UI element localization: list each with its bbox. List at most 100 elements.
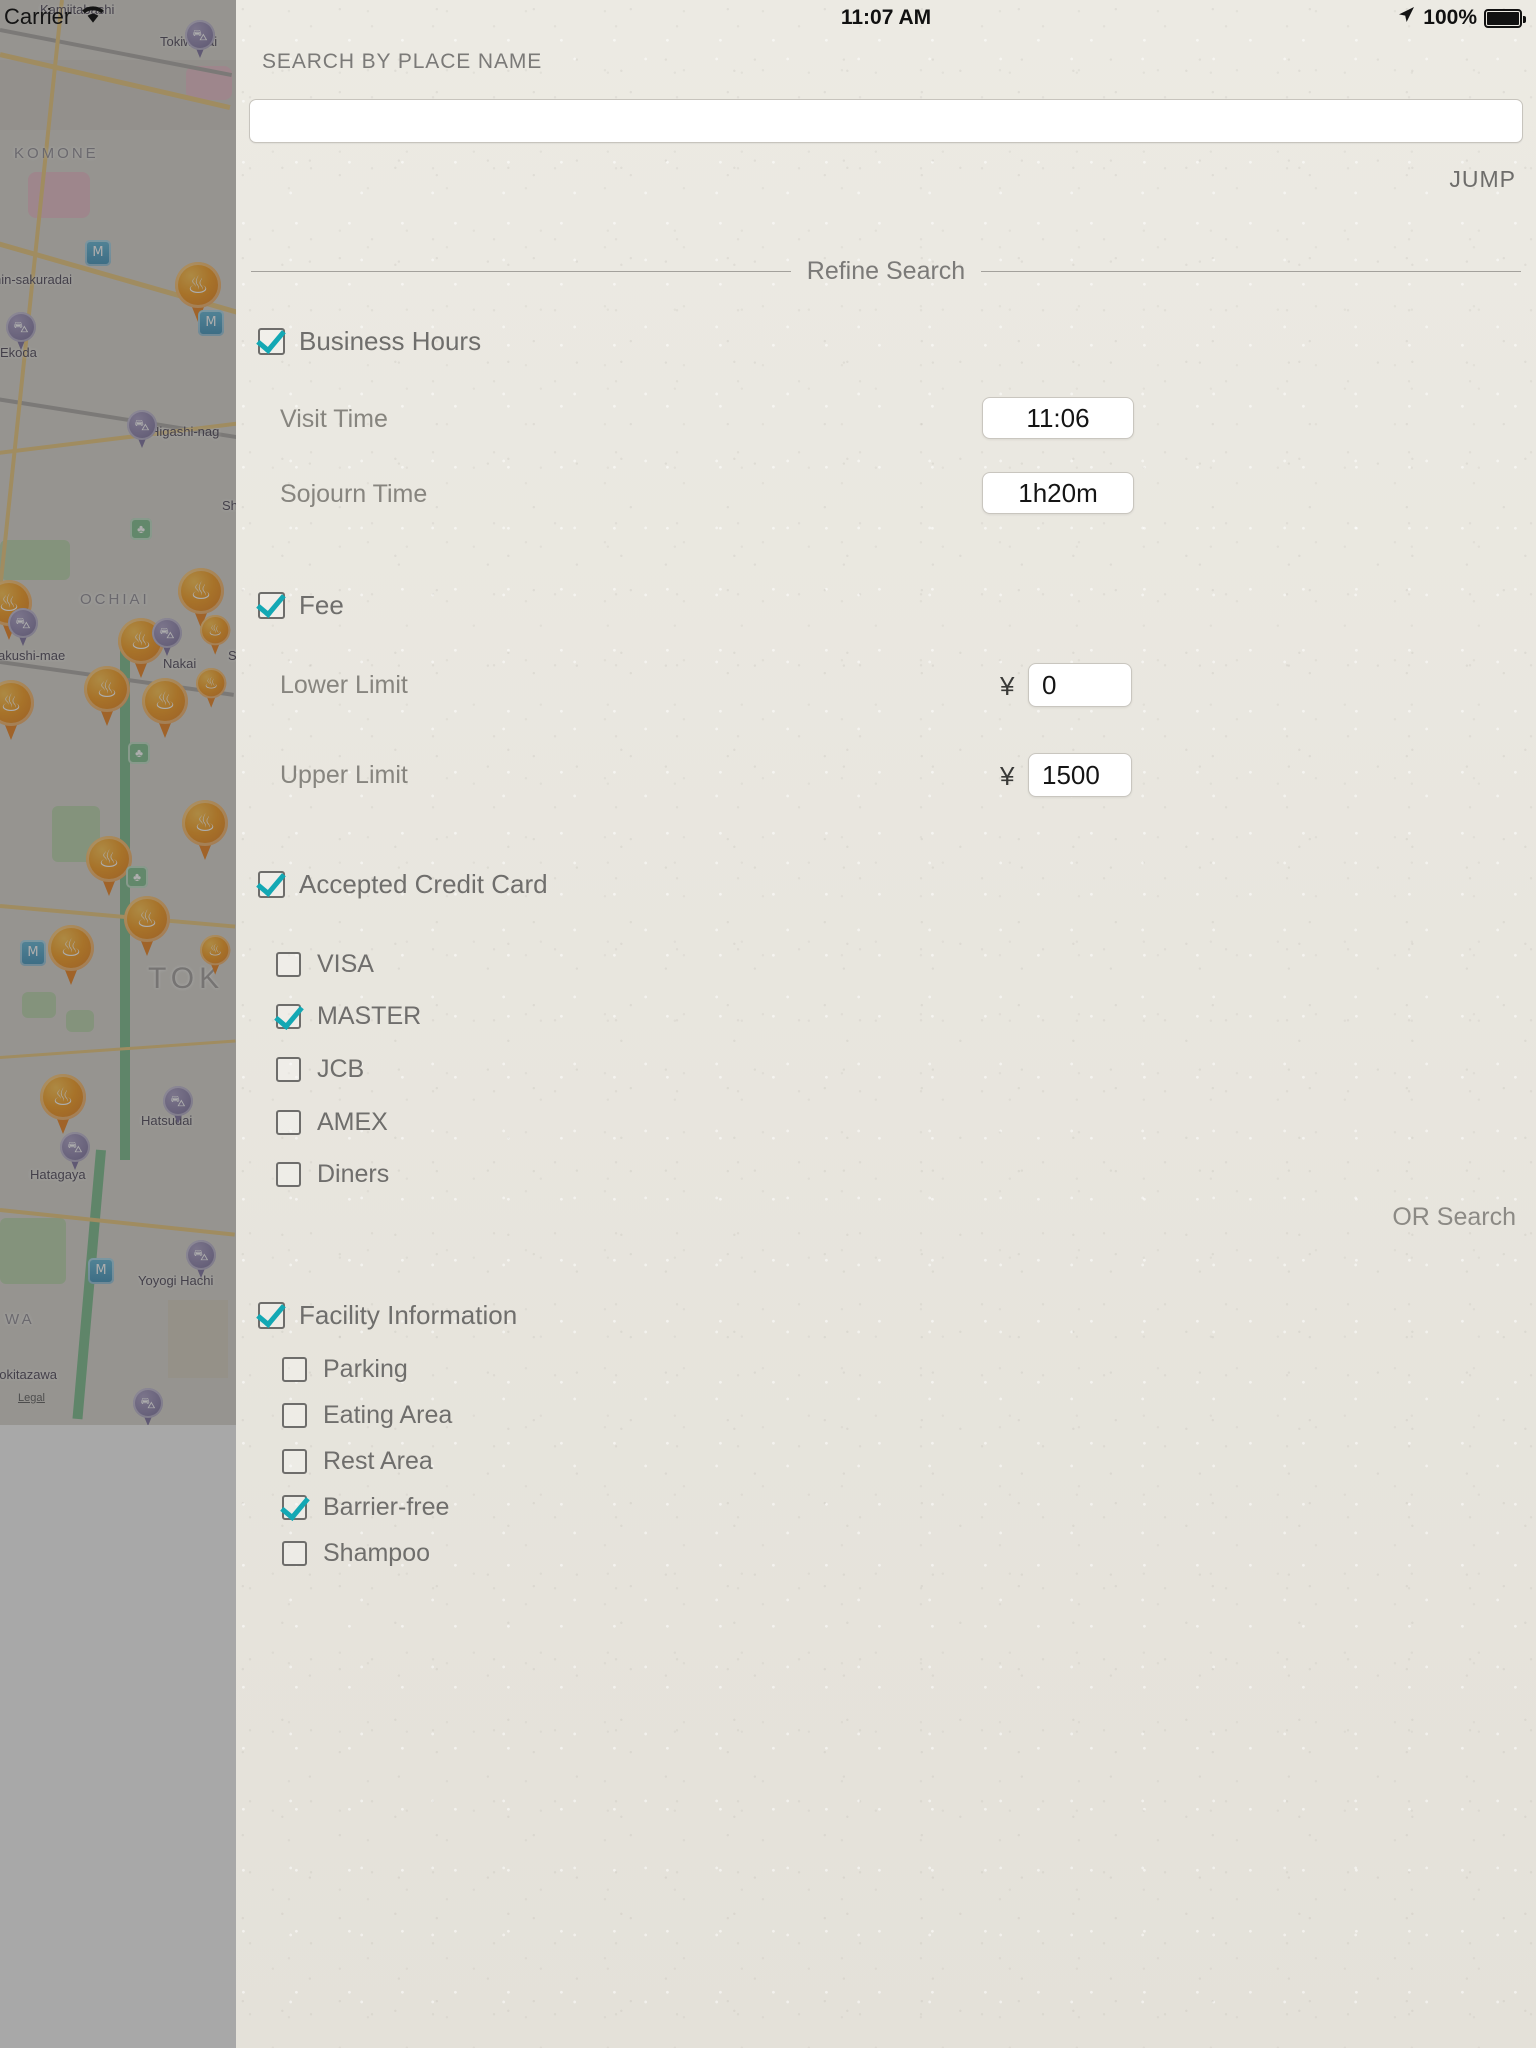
fee-checkbox[interactable] [258, 592, 285, 619]
station-map-pin[interactable]: ⛍ [186, 1240, 216, 1278]
onsen-map-pin[interactable]: ♨ [200, 935, 231, 976]
facility-option-row[interactable]: Barrier-free [282, 1493, 449, 1522]
train-icon: ⛍ [159, 624, 175, 642]
status-bar-left: Carrier [4, 4, 106, 30]
facility-option-checkbox[interactable] [282, 1403, 307, 1428]
carrier-label: Carrier [4, 4, 72, 29]
jump-button[interactable]: JUMP [1449, 166, 1516, 193]
credit-card-checkbox[interactable] [258, 871, 285, 898]
metro-map-pin[interactable]: M [85, 240, 111, 266]
onsen-map-pin[interactable]: ♨ [86, 836, 132, 898]
credit-card-option-row[interactable]: Diners [276, 1160, 389, 1189]
map-park [22, 992, 56, 1018]
train-icon: ⛍ [134, 416, 150, 434]
credit-card-toggle-row[interactable]: Accepted Credit Card [258, 869, 548, 900]
credit-card-option-checkbox[interactable] [276, 952, 301, 977]
metro-map-pin[interactable]: M [88, 1258, 114, 1284]
map-panel[interactable]: KamiitabashiTokiwadaiKOMONEhin-sakuradai… [0, 0, 236, 2048]
upper-limit-label: Upper Limit [280, 761, 408, 789]
train-icon: ⛍ [170, 1092, 186, 1110]
onsen-map-pin[interactable]: ♨ [84, 666, 130, 728]
location-arrow-icon [1396, 5, 1416, 31]
station-map-pin[interactable]: ⛍ [133, 1388, 163, 1425]
visit-time-value[interactable]: 11:06 [982, 397, 1134, 439]
lower-limit-currency-symbol: ¥ [1000, 671, 1015, 701]
wifi-icon [80, 4, 106, 30]
onsen-map-pin[interactable]: ♨ [142, 678, 188, 740]
onsen-map-pin[interactable]: ♨ [48, 925, 94, 987]
status-bar: Carrier 11:07 AM 100% [4, 0, 1536, 36]
or-search-button[interactable]: OR Search [1392, 1203, 1516, 1232]
battery-full-icon [1484, 8, 1526, 28]
facility-option-label: Eating Area [323, 1401, 453, 1429]
status-bar-right: 100% [1396, 5, 1526, 31]
metro-map-pin[interactable]: M [20, 940, 46, 966]
onsen-map-pin[interactable]: ♨ [124, 896, 170, 958]
hot-spring-icon: ♨ [204, 673, 219, 693]
credit-card-option-row[interactable]: AMEX [276, 1108, 388, 1137]
station-map-pin[interactable]: ⛍ [185, 20, 215, 58]
credit-card-option-row[interactable]: VISA [276, 950, 374, 979]
hot-spring-icon: ♨ [194, 809, 216, 837]
business-hours-label: Business Hours [299, 326, 482, 356]
search-input[interactable] [249, 99, 1523, 143]
upper-limit-value[interactable]: 1500 [1028, 753, 1132, 797]
map-canvas[interactable]: KamiitabashiTokiwadaiKOMONEhin-sakuradai… [0, 0, 236, 1425]
sojourn-time-value[interactable]: 1h20m [982, 472, 1134, 514]
map-highway [72, 1149, 106, 1420]
station-map-pin[interactable]: ⛍ [8, 608, 38, 646]
map-place-label: WA [5, 1311, 35, 1328]
facility-checkbox[interactable] [258, 1302, 285, 1329]
map-legal-link[interactable]: Legal [18, 1392, 45, 1404]
station-map-pin[interactable]: ⛍ [60, 1132, 90, 1170]
facility-option-checkbox[interactable] [282, 1495, 307, 1520]
station-map-pin[interactable]: ⛍ [127, 410, 157, 448]
credit-card-option-checkbox[interactable] [276, 1004, 301, 1029]
facility-option-row[interactable]: Rest Area [282, 1447, 433, 1476]
facility-option-row[interactable]: Eating Area [282, 1401, 452, 1430]
station-map-pin[interactable]: ⛍ [152, 618, 182, 656]
credit-card-label: Accepted Credit Card [299, 869, 548, 899]
train-icon: ⛍ [193, 1246, 209, 1264]
metro-map-pin[interactable]: M [198, 310, 224, 336]
map-place-label: hin-sakuradai [0, 272, 73, 287]
credit-card-option-row[interactable]: MASTER [276, 1002, 421, 1031]
facility-option-row[interactable]: Parking [282, 1355, 408, 1384]
map-place-label: akushi-mae [0, 648, 66, 663]
facility-toggle-row[interactable]: Facility Information [258, 1300, 517, 1331]
facility-option-checkbox[interactable] [282, 1357, 307, 1382]
facility-option-row[interactable]: Shampoo [282, 1539, 430, 1568]
station-map-pin[interactable]: ⛍ [6, 312, 36, 350]
hot-spring-icon: ♨ [208, 620, 223, 640]
fee-toggle-row[interactable]: Fee [258, 590, 344, 621]
onsen-map-pin[interactable]: ♨ [200, 615, 231, 656]
credit-card-option-checkbox[interactable] [276, 1057, 301, 1082]
hot-spring-icon: ♨ [187, 271, 209, 299]
facility-option-label: Barrier-free [323, 1493, 450, 1521]
lower-limit-value[interactable]: 0 [1028, 663, 1132, 707]
facility-option-checkbox[interactable] [282, 1541, 307, 1566]
sojourn-time-label: Sojourn Time [280, 480, 428, 508]
park-map-icon[interactable]: ♣ [128, 742, 150, 764]
onsen-map-pin[interactable]: ♨ [40, 1074, 86, 1136]
business-hours-checkbox[interactable] [258, 328, 285, 355]
train-icon: ⛍ [13, 318, 29, 336]
business-hours-toggle-row[interactable]: Business Hours [258, 326, 481, 357]
onsen-map-pin[interactable]: ♨ [0, 680, 34, 742]
credit-card-option-checkbox[interactable] [276, 1110, 301, 1135]
facility-option-label: Shampoo [323, 1539, 431, 1567]
facility-option-checkbox[interactable] [282, 1449, 307, 1474]
credit-card-option-checkbox[interactable] [276, 1162, 301, 1187]
credit-card-option-row[interactable]: JCB [276, 1055, 364, 1084]
onsen-map-pin[interactable]: ♨ [182, 800, 228, 862]
park-map-icon[interactable]: ♣ [126, 866, 148, 888]
divider-rule-left [251, 270, 791, 272]
facility-option-label: Rest Area [323, 1447, 433, 1475]
hot-spring-icon: ♨ [52, 1083, 74, 1111]
station-map-pin[interactable]: ⛍ [163, 1086, 193, 1124]
divider-rule-right [981, 270, 1521, 272]
hot-spring-icon: ♨ [96, 675, 118, 703]
onsen-map-pin[interactable]: ♨ [196, 668, 227, 709]
park-map-icon[interactable]: ♣ [130, 518, 152, 540]
hot-spring-icon: ♨ [0, 689, 22, 717]
